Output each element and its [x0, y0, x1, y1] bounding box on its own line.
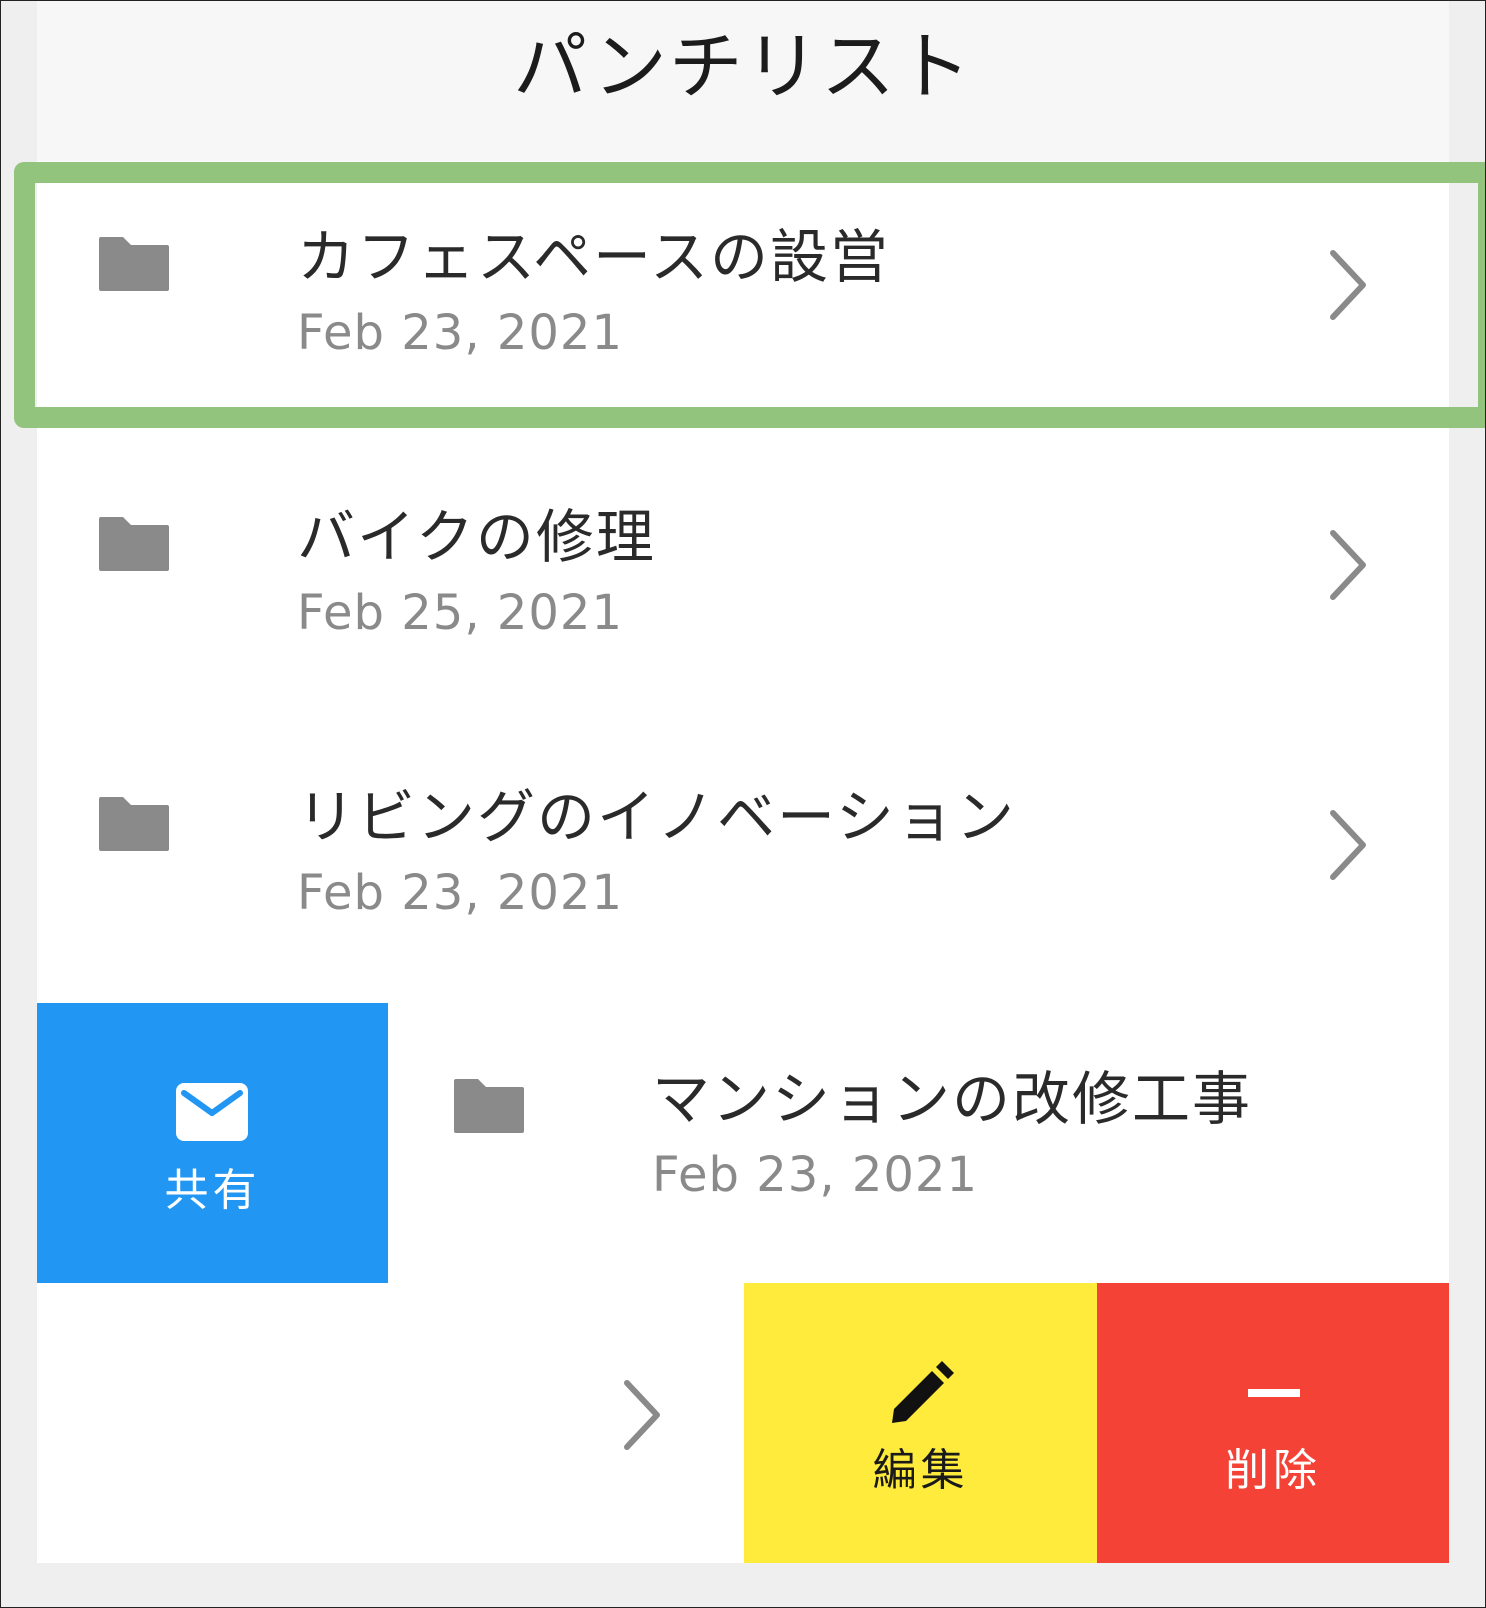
pencil-icon — [892, 1361, 954, 1423]
minus-icon — [1248, 1389, 1300, 1397]
folder-icon — [99, 797, 169, 851]
list-item[interactable]: バイクの修理 Feb 25, 2021 — [37, 441, 1449, 721]
folder-icon — [99, 517, 169, 571]
list-item[interactable]: カフェスペースの設営 Feb 23, 2021 — [37, 161, 1449, 441]
list-item-date: Feb 23, 2021 — [297, 865, 623, 921]
edit-label: 編集 — [872, 1445, 969, 1496]
list-item-date: Feb 23, 2021 — [652, 1147, 978, 1203]
share-button[interactable]: 共有 — [37, 1003, 388, 1283]
list-item-content: マンションの改修工事 Feb 23, 2021 — [392, 1003, 1449, 1283]
share-label: 共有 — [164, 1165, 261, 1216]
delete-label: 削除 — [1225, 1445, 1321, 1496]
app-frame: パンチリスト カフェスペースの設営 Feb 23, 2021 バイクの修理 Fe… — [0, 0, 1486, 1608]
list-item-date: Feb 25, 2021 — [297, 585, 623, 641]
chevron-right-icon — [1330, 530, 1366, 600]
delete-button[interactable]: 削除 — [1097, 1283, 1449, 1563]
list-item[interactable]: リビングのイノベーション Feb 23, 2021 — [37, 721, 1449, 1001]
list-item-title: リビングのイノベーション — [297, 783, 1016, 851]
screen: パンチリスト カフェスペースの設営 Feb 23, 2021 バイクの修理 Fe… — [37, 1, 1449, 1563]
list-item-date: Feb 23, 2021 — [297, 305, 623, 361]
edit-button[interactable]: 編集 — [744, 1283, 1097, 1563]
mail-icon — [176, 1083, 248, 1141]
navigation-bar: パンチリスト — [37, 1, 1449, 161]
chevron-right-icon — [1330, 250, 1366, 320]
list-item-title: マンションの改修工事 — [652, 1065, 1253, 1133]
list-item-title: バイクの修理 — [297, 503, 656, 571]
chevron-right-icon — [624, 1380, 660, 1450]
chevron-right-icon — [1330, 810, 1366, 880]
page-title: パンチリスト — [513, 24, 973, 110]
folder-icon — [99, 237, 169, 291]
list-item-title: カフェスペースの設営 — [297, 223, 891, 291]
folder-icon — [454, 1079, 524, 1133]
